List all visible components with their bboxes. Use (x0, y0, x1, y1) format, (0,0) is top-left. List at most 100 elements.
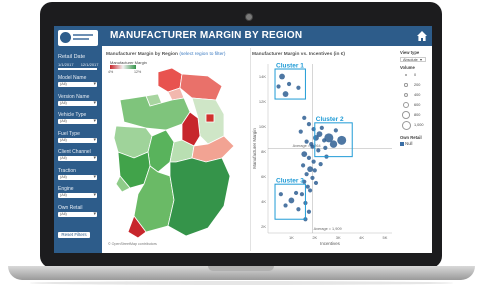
map-subtitle: (select region to filter) (179, 52, 226, 57)
volume-value: 0 (414, 73, 417, 77)
chevron-down-icon: ▾ (93, 210, 96, 217)
chevron-down-icon: ▾ (93, 192, 96, 198)
data-point[interactable] (278, 192, 283, 197)
filter-sidebar: Retail Date 1/1/2017 12/1/2017 Model Nam… (54, 26, 102, 253)
data-point[interactable] (296, 207, 301, 212)
data-point[interactable] (282, 91, 289, 97)
germany-region-map[interactable] (112, 66, 240, 244)
retail-date-label: Retail Date (58, 54, 86, 60)
filter-dropdown[interactable]: (All) ▾ (58, 137, 97, 143)
x-tick-label: 1K (289, 235, 294, 240)
x-tick-label: 3K (336, 235, 341, 240)
volume-value: 800 (414, 113, 421, 117)
data-point[interactable] (310, 144, 315, 149)
filter-label: Own Retail (58, 204, 83, 211)
x-axis-title: Incentives (320, 241, 341, 246)
filter-dropdown[interactable]: (All) ▾ (58, 210, 97, 217)
filter-label: Fuel Type (58, 130, 80, 137)
filter-label: Vehicle Type (58, 112, 87, 118)
data-point[interactable] (304, 139, 309, 144)
data-point[interactable] (316, 148, 321, 153)
data-point[interactable] (312, 168, 317, 173)
data-point[interactable] (304, 172, 309, 177)
data-point[interactable] (306, 155, 312, 160)
view-type-label: View type (400, 50, 420, 55)
data-point[interactable] (298, 129, 303, 134)
margin-vs-incentives-scatter[interactable]: 1K 2K 3K 4K 5K 2K 4K 6K 8K 10K 12K 14K Incentives Man… (252, 58, 398, 251)
data-point[interactable] (307, 166, 314, 173)
filter-dropdown[interactable]: (All) ▾ (58, 99, 97, 106)
filter-value: (All) (60, 137, 67, 142)
data-point[interactable] (313, 134, 319, 141)
filter-value: (All) (60, 100, 67, 105)
view-type-dropdown[interactable]: Absolute ▾ (400, 57, 426, 62)
chevron-down-icon: ▾ (93, 99, 96, 106)
data-point[interactable] (283, 203, 288, 208)
data-point[interactable] (323, 145, 328, 150)
data-point[interactable] (311, 159, 316, 164)
chevron-down-icon: ▾ (93, 118, 96, 124)
data-point[interactable] (329, 140, 338, 148)
filter-dropdown[interactable]: (All) ▾ (58, 81, 97, 87)
data-point[interactable] (276, 84, 281, 89)
filter-value: (All) (60, 174, 67, 179)
volume-size-marker (404, 83, 408, 87)
date-end: 12/1/2017 (80, 62, 99, 67)
data-point[interactable] (302, 115, 307, 120)
dashboard-title: MANUFACTURER MARGIN BY REGION (110, 30, 303, 41)
data-point[interactable] (301, 151, 308, 158)
data-point[interactable] (305, 184, 310, 189)
scatter-title: Manufacturer Margin vs. Incentives (in €… (252, 52, 346, 57)
app-logo (58, 30, 98, 46)
home-icon[interactable] (416, 30, 428, 42)
data-point[interactable] (319, 125, 324, 130)
volume-value: 1,000 (414, 123, 424, 127)
own-retail-value: Null (405, 141, 413, 146)
laptop-shadow (30, 281, 453, 285)
volume-size-marker (405, 74, 407, 76)
own-retail-swatch (400, 141, 404, 146)
date-range-slider[interactable] (58, 68, 97, 70)
volume-size-marker (402, 101, 410, 109)
chevron-down-icon: ▾ (420, 57, 423, 62)
filter-value: (All) (60, 156, 67, 160)
panel-divider (250, 48, 251, 251)
filter-label: Traction (58, 167, 76, 174)
filter-dropdown[interactable]: (All) ▾ (58, 192, 97, 198)
filter-dropdown[interactable]: (All) ▾ (58, 118, 97, 124)
filter-dropdown[interactable]: (All) ▾ (58, 155, 97, 161)
y-axis-title: Manufacturer Margin (252, 128, 257, 169)
data-point[interactable] (288, 197, 295, 204)
data-point[interactable] (306, 209, 312, 214)
data-point[interactable] (318, 162, 323, 167)
data-point[interactable] (313, 180, 319, 186)
data-point[interactable] (308, 188, 313, 193)
reset-filters-button[interactable]: Reset Filters (58, 232, 90, 238)
volume-value: 200 (414, 83, 421, 87)
region-mecklenburg[interactable] (179, 73, 223, 101)
chevron-down-icon: ▾ (93, 81, 96, 87)
data-point[interactable] (296, 85, 301, 90)
filter-dropdown[interactable]: (All) ▾ (58, 174, 97, 180)
laptop-screen: Retail Date 1/1/2017 12/1/2017 Model Nam… (54, 26, 432, 253)
camera-icon (245, 13, 253, 21)
map-title: Manufacturer Margin by Region (select re… (106, 52, 225, 57)
y-tick-label: 10K (259, 124, 266, 129)
data-point[interactable] (286, 81, 292, 87)
filter-label: Version Name (58, 93, 90, 100)
own-retail-item[interactable]: Null (400, 141, 412, 146)
data-point[interactable] (279, 73, 285, 80)
data-point[interactable] (300, 163, 306, 168)
laptop-notch (208, 266, 274, 271)
x-tick-label: 2K (312, 235, 317, 240)
data-point[interactable] (333, 128, 338, 133)
region-bayern[interactable] (167, 157, 231, 237)
data-point[interactable] (293, 190, 299, 196)
data-point[interactable] (337, 135, 347, 145)
data-point[interactable] (310, 175, 315, 181)
filter-value: (All) (60, 193, 67, 197)
region-berlin[interactable] (205, 113, 215, 123)
data-point[interactable] (306, 121, 312, 127)
data-point[interactable] (299, 192, 305, 197)
filter-label: Engine (58, 186, 74, 192)
